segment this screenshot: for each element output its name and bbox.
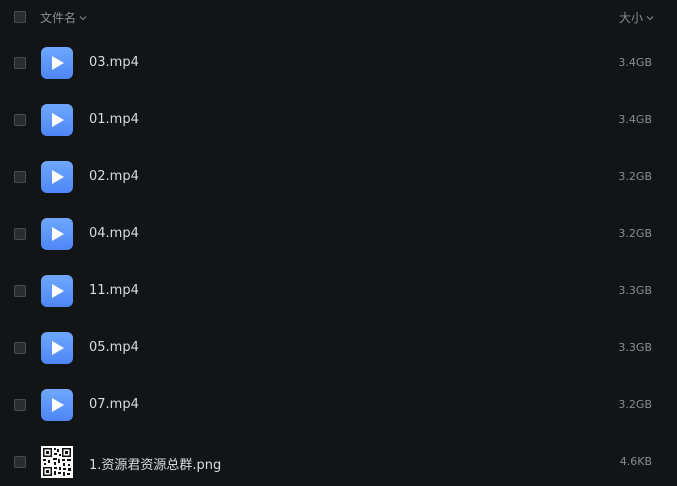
file-list-page: 文件名 大小 03.mp4 3.4GB 01.mp4 3.4GB 02.mp4 … (0, 0, 677, 486)
file-size: 3.4GB (618, 56, 652, 69)
row-checkbox[interactable] (14, 285, 26, 297)
size-column-label: 大小 (618, 11, 643, 25)
chevron-down-icon (646, 15, 654, 20)
file-name[interactable]: 07.mp4 (89, 397, 139, 412)
file-list-header: 文件名 大小 (0, 0, 677, 36)
select-all-checkbox[interactable] (14, 11, 26, 23)
file-row[interactable]: 05.mp4 3.3GB (0, 320, 677, 377)
video-play-icon (41, 218, 73, 250)
file-row[interactable]: 11.mp4 3.3GB (0, 263, 677, 320)
video-play-icon (41, 389, 73, 421)
file-size: 3.2GB (618, 227, 652, 240)
sort-by-name-header[interactable]: 文件名 (40, 9, 88, 26)
chevron-down-icon (79, 15, 87, 20)
file-name[interactable]: 05.mp4 (89, 340, 139, 355)
row-checkbox[interactable] (14, 456, 26, 468)
qr-code-thumbnail-icon (41, 446, 73, 478)
row-checkbox[interactable] (14, 228, 26, 240)
file-size: 3.3GB (618, 341, 652, 354)
video-play-icon (41, 47, 73, 79)
file-name[interactable]: 01.mp4 (89, 112, 139, 127)
file-row[interactable]: 03.mp4 3.4GB (0, 35, 677, 92)
row-checkbox[interactable] (14, 342, 26, 354)
file-name[interactable]: 1.资源君资源总群.png (89, 454, 221, 473)
file-name[interactable]: 04.mp4 (89, 226, 139, 241)
file-size: 3.3GB (618, 284, 652, 297)
video-play-icon (41, 104, 73, 136)
file-name[interactable]: 11.mp4 (89, 283, 139, 298)
file-row[interactable]: 01.mp4 3.4GB (0, 92, 677, 149)
file-row[interactable]: 02.mp4 3.2GB (0, 149, 677, 206)
name-column-label: 文件名 (40, 11, 77, 25)
row-checkbox[interactable] (14, 57, 26, 69)
row-checkbox[interactable] (14, 171, 26, 183)
file-name[interactable]: 03.mp4 (89, 55, 139, 70)
file-row[interactable]: 07.mp4 3.2GB (0, 377, 677, 434)
video-play-icon (41, 275, 73, 307)
file-name[interactable]: 02.mp4 (89, 169, 139, 184)
file-size: 3.2GB (618, 398, 652, 411)
sort-by-size-header[interactable]: 大小 (619, 9, 655, 26)
video-play-icon (41, 332, 73, 364)
file-row[interactable]: 1.资源君资源总群.png 4.6KB (0, 434, 677, 486)
file-list: 03.mp4 3.4GB 01.mp4 3.4GB 02.mp4 3.2GB 0… (0, 35, 677, 486)
video-play-icon (41, 161, 73, 193)
file-row[interactable]: 04.mp4 3.2GB (0, 206, 677, 263)
file-size: 3.2GB (618, 170, 652, 183)
file-size: 3.4GB (618, 113, 652, 126)
row-checkbox[interactable] (14, 399, 26, 411)
file-size: 4.6KB (619, 455, 652, 468)
row-checkbox[interactable] (14, 114, 26, 126)
